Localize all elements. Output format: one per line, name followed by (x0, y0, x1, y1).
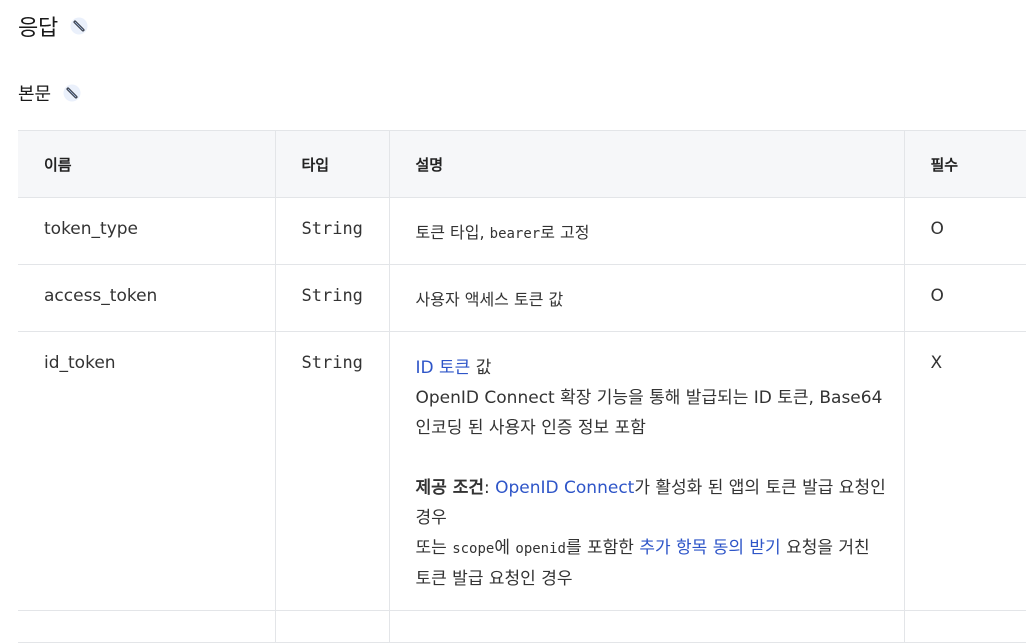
desc-code: bearer (489, 226, 541, 242)
param-type: String (275, 264, 390, 332)
desc-line: 경우 (415, 508, 447, 528)
desc-code: openid (515, 541, 566, 557)
section-title: 응답 (18, 16, 58, 41)
section-heading: 응답 (18, 10, 90, 42)
table-row: access_token String 사용자 액세스 토큰 값 O (18, 264, 1026, 332)
desc-text: 가 활성화 된 앱의 토큰 발급 요청인 (634, 478, 886, 498)
param-name: token_type (18, 197, 276, 265)
param-description: 토큰 타입, bearer로 고정 (389, 197, 905, 265)
desc-text: 에 (494, 538, 516, 558)
desc-text: : (483, 478, 496, 498)
param-required: O (904, 197, 1026, 265)
openid-connect-link[interactable]: OpenID Connect (495, 478, 634, 498)
subsection-heading: 본문 (18, 80, 83, 106)
link-icon[interactable] (68, 15, 90, 37)
param-required: X (904, 331, 1026, 611)
table-cell (389, 610, 905, 643)
additional-consent-link[interactable]: 추가 항목 동의 받기 (639, 538, 780, 558)
param-name: id_token (18, 331, 276, 611)
desc-text: 토큰 타입, (415, 223, 490, 242)
desc-line: 인코딩 된 사용자 인증 정보 포함 (415, 418, 646, 438)
table-row: id_token String ID 토큰 값 OpenID Connect 확… (18, 331, 1026, 611)
table-row: token_type String 토큰 타입, bearer로 고정 O (18, 197, 1026, 265)
param-type: String (275, 197, 390, 265)
desc-line: OpenID Connect 확장 기능을 통해 발급되는 ID 토큰, Bas… (415, 388, 883, 408)
subsection-title: 본문 (18, 84, 52, 105)
header-type: 타입 (275, 130, 390, 198)
table-cell (275, 610, 390, 643)
param-description: 사용자 액세스 토큰 값 (389, 264, 905, 332)
desc-text: 값 (470, 358, 492, 378)
id-token-link[interactable]: ID 토큰 (416, 358, 471, 378)
response-body-table: 이름 타입 설명 필수 token_type String 토큰 타입, bea… (18, 130, 1026, 643)
link-icon[interactable] (61, 82, 83, 104)
condition-label: 제공 조건 (415, 478, 484, 498)
desc-text: 를 포함한 (565, 538, 640, 558)
header-description: 설명 (389, 130, 905, 198)
param-name: access_token (18, 264, 276, 332)
header-required: 필수 (904, 130, 1026, 198)
desc-text: 로 고정 (540, 223, 590, 242)
desc-code: scope (452, 541, 495, 557)
table-cell (18, 610, 276, 643)
param-description: ID 토큰 값 OpenID Connect 확장 기능을 통해 발급되는 ID… (389, 331, 905, 611)
table-cell (904, 610, 1026, 643)
param-type: String (275, 331, 390, 611)
desc-line: 토큰 발급 요청인 경우 (415, 569, 573, 589)
desc-text: 또는 (415, 538, 453, 558)
param-required: O (904, 264, 1026, 332)
header-name: 이름 (18, 130, 276, 198)
desc-text: 요청을 거친 (780, 538, 870, 558)
table-header-row: 이름 타입 설명 필수 (18, 130, 1026, 198)
table-row (18, 610, 1026, 643)
